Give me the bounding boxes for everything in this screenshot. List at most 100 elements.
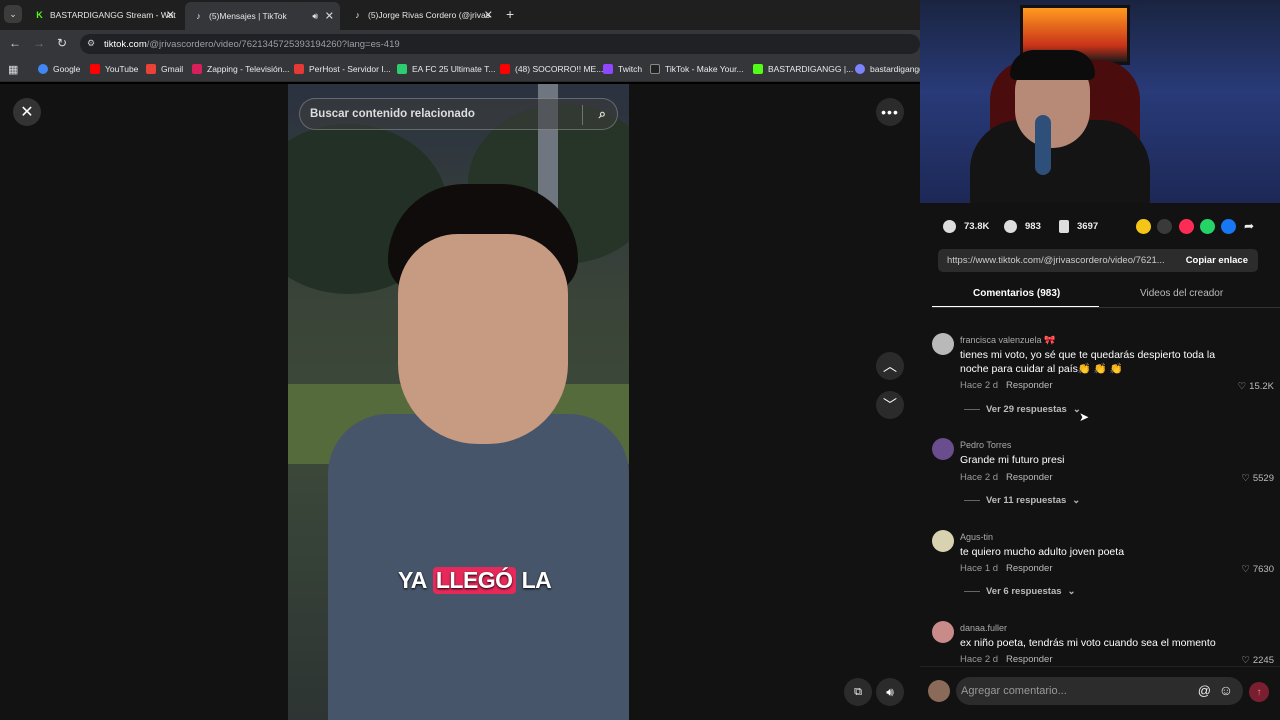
speaker-icon[interactable]: 🔊︎ [312, 11, 318, 22]
bookmark-gmail[interactable]: Gmail [146, 64, 183, 74]
comment-like-button[interactable]: ♡ 5529 [1241, 473, 1274, 484]
video-caption: YA LLEGÓ LA [398, 567, 552, 594]
comment-username[interactable]: Agus-tin [960, 532, 993, 542]
tiktok-icon: ♪ [196, 11, 201, 21]
bookmark-google[interactable]: Google [38, 64, 80, 74]
comment-like-button[interactable]: ♡ 2245 [1241, 655, 1274, 666]
bookmark-socorro[interactable]: (48) SOCORRO!! ME... [500, 64, 603, 74]
avatar[interactable] [932, 530, 954, 552]
zapping-icon [192, 64, 202, 74]
share-arrow-icon[interactable]: ➦ [1244, 219, 1254, 233]
bookmark-bastardigangg[interactable]: bastardigangg [855, 64, 924, 74]
tab-search-button[interactable]: ⌄ [4, 5, 22, 23]
more-options-button[interactable]: ••• [876, 98, 904, 126]
comment-like-button[interactable]: ♡ 15.2K [1238, 381, 1274, 392]
reply-button[interactable]: Responder [1006, 563, 1052, 574]
emoji-icon[interactable]: ☺ [1219, 682, 1233, 698]
person-face [398, 234, 568, 444]
site-info-icon[interactable]: ⚙ [87, 38, 95, 49]
search-divider [582, 105, 583, 125]
comment-input[interactable]: Agregar comentario... @ ☺ [956, 677, 1243, 705]
url-field[interactable]: ⚙ tiktok.com/@jrivascordero/video/762134… [80, 34, 920, 54]
previous-video-button[interactable]: ︿ [876, 352, 904, 380]
reply-button[interactable]: Responder [1006, 654, 1052, 665]
embed-icon[interactable] [1157, 219, 1172, 234]
tab-kick-stream[interactable]: K BASTARDIGANGG Stream - Wat ✕ [26, 4, 181, 26]
tab-tiktok-profile[interactable]: ♪ (5)Jorge Rivas Cordero (@jrivas ✕ [344, 4, 499, 26]
send-icon[interactable] [1179, 219, 1194, 234]
whatsapp-icon[interactable] [1200, 219, 1215, 234]
kick-icon: K [36, 10, 43, 20]
close-icon[interactable]: ✕ [325, 10, 334, 23]
close-icon: ✕ [20, 104, 34, 121]
caption-word: YA [398, 567, 427, 593]
close-icon[interactable]: ✕ [166, 9, 175, 22]
copy-link-button[interactable]: Copiar enlace [1186, 255, 1248, 266]
comment-item: Agus-tin te quiero mucho adulto joven po… [932, 530, 1274, 600]
related-search-input[interactable]: Buscar contenido relacionado ⌕ [299, 98, 618, 130]
avatar[interactable] [932, 621, 954, 643]
google-icon [38, 64, 48, 74]
video-player[interactable] [288, 84, 629, 720]
streamer-hair [1010, 50, 1095, 80]
comment-text: Grande mi futuro presi [960, 454, 1065, 466]
reload-icon[interactable]: ↻ [57, 36, 67, 50]
search-placeholder: Buscar contenido relacionado [310, 108, 475, 120]
video-link-box[interactable]: https://www.tiktok.com/@jrivascordero/vi… [938, 249, 1258, 272]
chevron-up-icon: ︿ [883, 358, 897, 374]
search-icon[interactable]: ⌕ [599, 106, 606, 122]
bookmark-zapping[interactable]: Zapping - Televisión... [192, 64, 290, 74]
bookmark-youtube[interactable]: YouTube [90, 64, 138, 74]
youtube-icon [500, 64, 510, 74]
tab-creator-videos[interactable]: Videos del creador [1140, 288, 1223, 299]
close-video-button[interactable]: ✕ [13, 98, 41, 126]
save-button[interactable]: 3697 [1059, 220, 1098, 233]
back-icon[interactable]: ← [9, 36, 21, 50]
view-replies-button[interactable]: Ver 29 respuestas ⌄ [964, 404, 1081, 415]
avatar[interactable] [932, 333, 954, 355]
avatar[interactable] [932, 438, 954, 460]
kick-icon [753, 64, 763, 74]
tab-tiktok-messages[interactable]: ♪ (5)Mensajes | TikTok 🔊︎ ✕ [185, 2, 340, 30]
webcam-overlay [920, 0, 1280, 203]
forward-icon[interactable]: → [33, 36, 45, 50]
reply-button[interactable]: Responder [1006, 380, 1052, 391]
heart-outline-icon: ♡ [1241, 655, 1250, 666]
comment-like-button[interactable]: ♡ 7630 [1241, 564, 1274, 575]
bookmark-eafc[interactable]: EA FC 25 Ultimate T... [397, 64, 495, 74]
like-button[interactable]: 73.8K [943, 220, 989, 233]
user-avatar[interactable] [928, 680, 950, 702]
volume-button[interactable]: 🔊︎ [876, 678, 904, 706]
caption-highlight: LLEGÓ [432, 567, 516, 594]
mention-icon[interactable]: @ [1198, 683, 1211, 698]
comment-username[interactable]: Pedro Torres [960, 440, 1011, 450]
repost-icon[interactable] [1136, 219, 1151, 234]
comment-meta: Hace 2 d Responder [960, 380, 1053, 391]
apps-grid-icon[interactable]: ▦ [8, 63, 18, 76]
view-replies-button[interactable]: Ver 11 respuestas ⌄ [964, 495, 1080, 506]
comment-item: danaa.fuller ex niño poeta, tendrás mi v… [932, 621, 1274, 666]
facebook-icon[interactable] [1221, 219, 1236, 234]
bookmark-perhost[interactable]: PerHost - Servidor I... [294, 64, 391, 74]
bookmark-tiktok[interactable]: TikTok - Make Your... [650, 64, 744, 74]
reply-button[interactable]: Responder [1006, 472, 1052, 483]
comment-count-button[interactable]: 983 [1004, 220, 1041, 233]
video-link-url: https://www.tiktok.com/@jrivascordero/vi… [947, 255, 1165, 266]
comment-username[interactable]: francisca valenzuela 🎀 [960, 335, 1055, 346]
close-icon[interactable]: ✕ [484, 9, 493, 22]
bookmarks-bar: ▦ Google YouTube Gmail Zapping - Televis… [0, 58, 924, 82]
bookmark-bastardigangg-kick[interactable]: BASTARDIGANGG |... [753, 64, 853, 74]
floating-player-button[interactable]: ⧉ [844, 678, 872, 706]
next-video-button[interactable]: ﹀ [876, 391, 904, 419]
bookmark-icon [1059, 220, 1069, 233]
bookmark-twitch[interactable]: Twitch [603, 64, 642, 74]
youtube-icon [90, 64, 100, 74]
comment-icon [1004, 220, 1017, 233]
comment-item: francisca valenzuela 🎀 tienes mi voto, y… [932, 333, 1274, 423]
bastardigangg-icon [855, 64, 865, 74]
tab-comments[interactable]: Comentarios (983) [973, 288, 1060, 299]
new-tab-button[interactable]: + [506, 6, 514, 22]
comment-username[interactable]: danaa.fuller [960, 623, 1007, 633]
view-replies-button[interactable]: Ver 6 respuestas ⌄ [964, 586, 1076, 597]
post-comment-button[interactable]: ↑ [1249, 682, 1269, 702]
